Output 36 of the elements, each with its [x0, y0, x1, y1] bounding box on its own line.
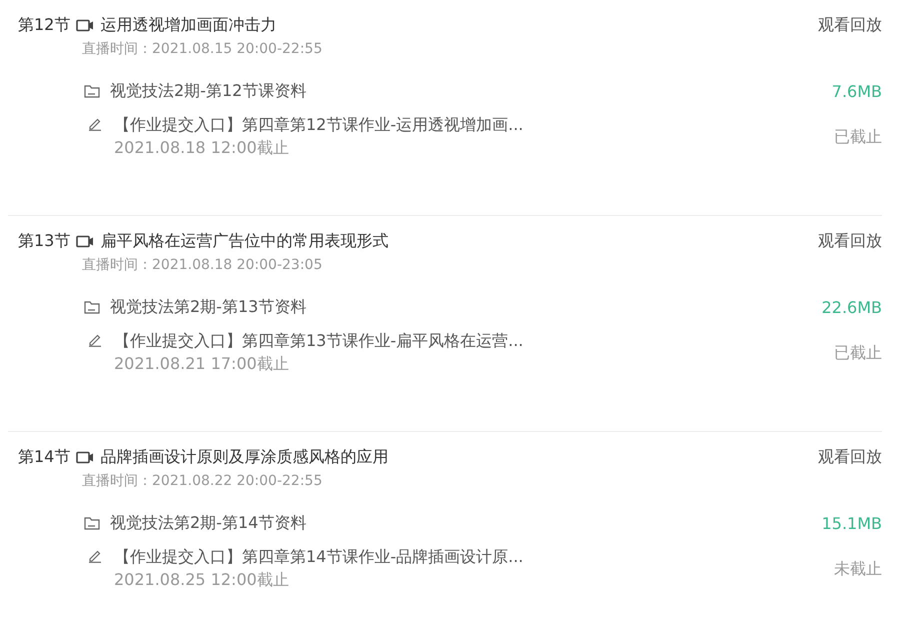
homework-deadline: 2021.08.25 12:00截止	[114, 570, 290, 591]
lesson-title[interactable]: 运用透视增加画面冲击力	[100, 15, 276, 36]
video-camera-icon	[76, 19, 94, 32]
watch-replay-link[interactable]: 观看回放	[818, 231, 882, 252]
live-time: 直播时间：2021.08.22 20:00-22:55	[82, 472, 324, 490]
pencil-icon	[88, 549, 102, 563]
homework-title[interactable]: 【作业提交入口】第四章第13节课作业-扁平风格在运营...	[114, 331, 524, 352]
video-camera-icon	[76, 235, 94, 248]
homework-title[interactable]: 【作业提交入口】第四章第12节课作业-运用透视增加画...	[114, 115, 524, 136]
file-size: 15.1MB	[822, 514, 882, 533]
homework-deadline: 2021.08.21 17:00截止	[114, 354, 290, 375]
lesson-number: 第14节	[18, 447, 70, 468]
watch-replay-link[interactable]: 观看回放	[818, 15, 882, 36]
live-time: 直播时间：2021.08.18 20:00-23:05	[82, 256, 324, 274]
homework-title[interactable]: 【作业提交入口】第四章第14节课作业-品牌插画设计原...	[114, 547, 524, 568]
homework-status: 已截止	[834, 342, 882, 364]
video-camera-icon	[76, 451, 94, 464]
lesson-title[interactable]: 品牌插画设计原则及厚涂质感风格的应用	[100, 447, 388, 468]
homework-status: 已截止	[834, 126, 882, 148]
live-time: 直播时间：2021.08.15 20:00-22:55	[82, 40, 324, 58]
pencil-icon	[88, 333, 102, 347]
file-size: 7.6MB	[832, 82, 882, 101]
folder-icon	[84, 517, 100, 530]
lesson-title[interactable]: 扁平风格在运营广告位中的常用表现形式	[100, 231, 388, 252]
watch-replay-link[interactable]: 观看回放	[818, 447, 882, 468]
file-size: 22.6MB	[822, 298, 882, 317]
homework-deadline: 2021.08.18 12:00截止	[114, 138, 290, 159]
lesson-number: 第12节	[18, 15, 70, 36]
pencil-icon	[88, 117, 102, 131]
folder-icon	[84, 85, 100, 98]
material-name[interactable]: 视觉技法第2期-第13节资料	[110, 297, 306, 318]
lesson-number: 第13节	[18, 231, 70, 252]
folder-icon	[84, 301, 100, 314]
homework-status: 未截止	[834, 558, 882, 580]
material-name[interactable]: 视觉技法2期-第12节课资料	[110, 81, 306, 102]
material-name[interactable]: 视觉技法第2期-第14节资料	[110, 513, 306, 534]
